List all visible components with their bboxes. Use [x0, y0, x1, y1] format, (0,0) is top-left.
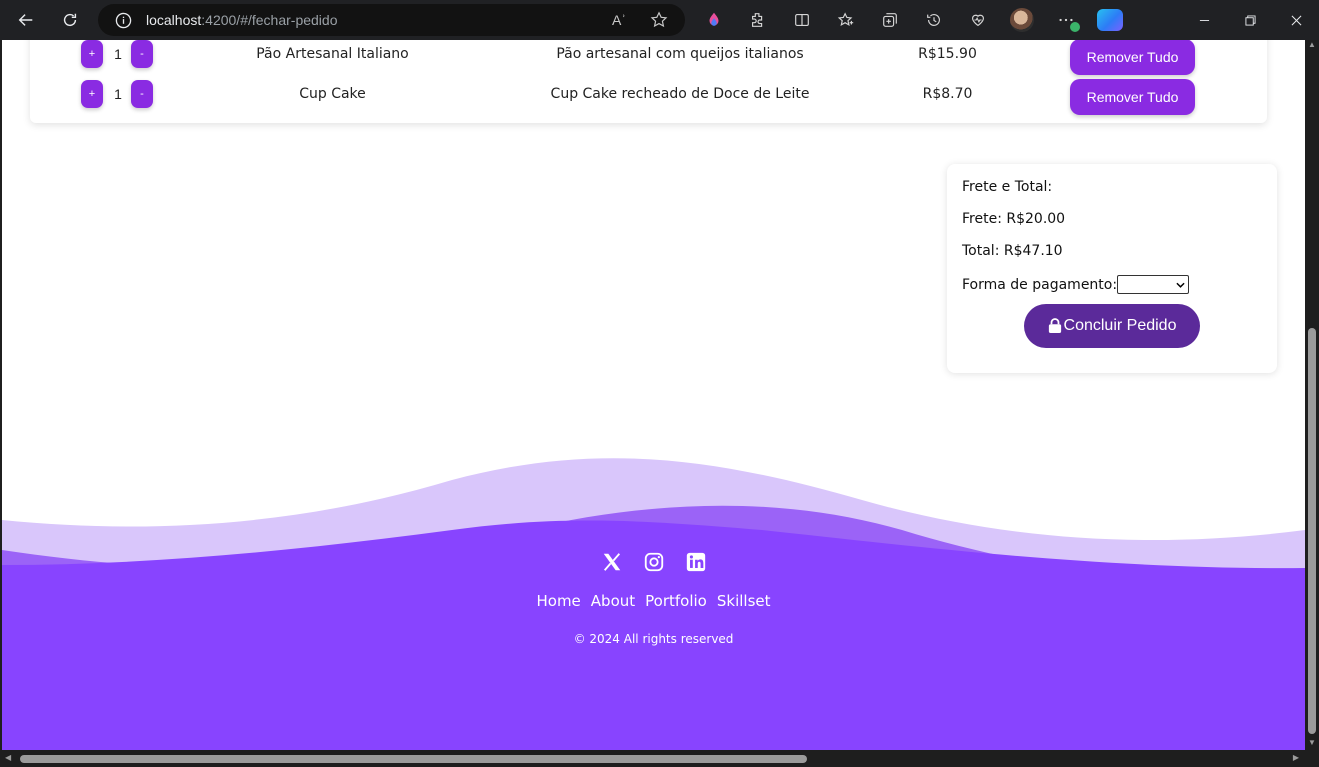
- footer-link-home[interactable]: Home: [536, 592, 580, 610]
- browser-essentials-icon[interactable]: [700, 6, 728, 34]
- back-button[interactable]: [8, 2, 44, 38]
- increase-qty-button[interactable]: +: [81, 40, 103, 68]
- restore-icon[interactable]: [1227, 0, 1273, 40]
- product-name: Pão Artesanal Italiano: [256, 46, 409, 62]
- linkedin-icon[interactable]: [684, 550, 708, 574]
- footer-link-skillset[interactable]: Skillset: [717, 592, 771, 610]
- product-name: Cup Cake: [299, 86, 366, 102]
- footer-link-portfolio[interactable]: Portfolio: [645, 592, 707, 610]
- product-price: R$15.90: [918, 46, 977, 62]
- vertical-scroll-thumb[interactable]: [1308, 328, 1316, 734]
- favorites-icon[interactable]: [832, 6, 860, 34]
- x-icon[interactable]: [600, 550, 624, 574]
- summary-title: Frete e Total:: [962, 179, 1053, 195]
- site-info-icon[interactable]: [114, 11, 132, 29]
- cart-card: + 1 - Pão Artesanal Italiano Pão artesan…: [30, 40, 1267, 123]
- decrease-qty-button[interactable]: -: [131, 40, 153, 68]
- payment-method-select[interactable]: [1117, 275, 1190, 294]
- scroll-left-icon[interactable]: ◀: [5, 753, 11, 762]
- performance-icon[interactable]: [964, 6, 992, 34]
- remove-all-button[interactable]: Remover Tudo: [1070, 79, 1195, 115]
- split-screen-icon[interactable]: [788, 6, 816, 34]
- footer-link-about[interactable]: About: [591, 592, 635, 610]
- copyright-text: © 2024 All rights reserved: [573, 632, 734, 646]
- update-badge-icon: [1070, 22, 1080, 32]
- url-host: localhost: [146, 12, 202, 28]
- collections-icon[interactable]: [876, 6, 904, 34]
- scroll-up-icon[interactable]: ▲: [1305, 40, 1319, 52]
- browser-toolbar: localhost:4200/#/fechar-pedido Aʾ: [0, 0, 1319, 40]
- payment-method-label: Forma de pagamento:: [962, 276, 1118, 293]
- url-text[interactable]: localhost:4200/#/fechar-pedido: [146, 12, 337, 28]
- remove-all-button[interactable]: Remover Tudo: [1070, 40, 1195, 75]
- horizontal-scrollbar[interactable]: ◀ ▶: [0, 750, 1319, 767]
- quantity-value: 1: [114, 46, 122, 62]
- reload-button[interactable]: [52, 2, 88, 38]
- copilot-icon[interactable]: [1096, 6, 1124, 34]
- more-menu-icon[interactable]: [1052, 6, 1080, 34]
- extensions-icon[interactable]: [744, 6, 772, 34]
- minimize-icon[interactable]: [1181, 0, 1227, 40]
- footer-nav: Home About Portfolio Skillset: [2, 592, 1305, 610]
- favorite-star-icon[interactable]: [649, 10, 669, 30]
- order-summary-card: Frete e Total: Frete: R$20.00 Total: R$4…: [947, 164, 1277, 373]
- footer: Home About Portfolio Skillset © 2024 All…: [2, 550, 1305, 646]
- page-viewport: + 1 - Pão Artesanal Italiano Pão artesan…: [2, 40, 1305, 750]
- profile-avatar[interactable]: [1008, 6, 1036, 34]
- product-price: R$8.70: [922, 86, 973, 102]
- cart-row: + 1 - Cup Cake Cup Cake recheado de Doce…: [30, 77, 1267, 115]
- payment-method-row: Forma de pagamento:: [962, 275, 1262, 294]
- url-path: :4200/#/fechar-pedido: [201, 12, 338, 28]
- scroll-right-icon[interactable]: ▶: [1293, 753, 1299, 762]
- shipping-value: Frete: R$20.00: [962, 211, 1066, 227]
- increase-qty-button[interactable]: +: [81, 80, 103, 108]
- decrease-qty-button[interactable]: -: [131, 80, 153, 108]
- horizontal-scroll-thumb[interactable]: [20, 755, 807, 763]
- history-icon[interactable]: [920, 6, 948, 34]
- quantity-value: 1: [114, 86, 122, 102]
- lock-icon: [1048, 318, 1061, 333]
- read-aloud-icon[interactable]: Aʾ: [609, 10, 629, 30]
- address-bar[interactable]: localhost:4200/#/fechar-pedido Aʾ: [98, 4, 685, 36]
- cart-row: + 1 - Pão Artesanal Italiano Pão artesan…: [30, 40, 1267, 75]
- total-value: Total: R$47.10: [962, 243, 1063, 259]
- social-links: [2, 550, 1305, 574]
- arrow-left-icon: [18, 14, 33, 26]
- product-description: Pão artesanal com queijos italianos: [556, 46, 804, 62]
- chevron-down-icon: [1176, 282, 1185, 288]
- instagram-icon[interactable]: [642, 550, 666, 574]
- scroll-down-icon[interactable]: ▼: [1305, 738, 1319, 750]
- conclude-order-button[interactable]: Concluir Pedido: [1024, 304, 1200, 348]
- vertical-scrollbar[interactable]: ▲ ▼: [1305, 40, 1319, 750]
- reload-icon: [63, 13, 77, 27]
- conclude-order-label: Concluir Pedido: [1063, 317, 1177, 334]
- close-icon[interactable]: [1273, 0, 1319, 40]
- product-description: Cup Cake recheado de Doce de Leite: [550, 86, 810, 102]
